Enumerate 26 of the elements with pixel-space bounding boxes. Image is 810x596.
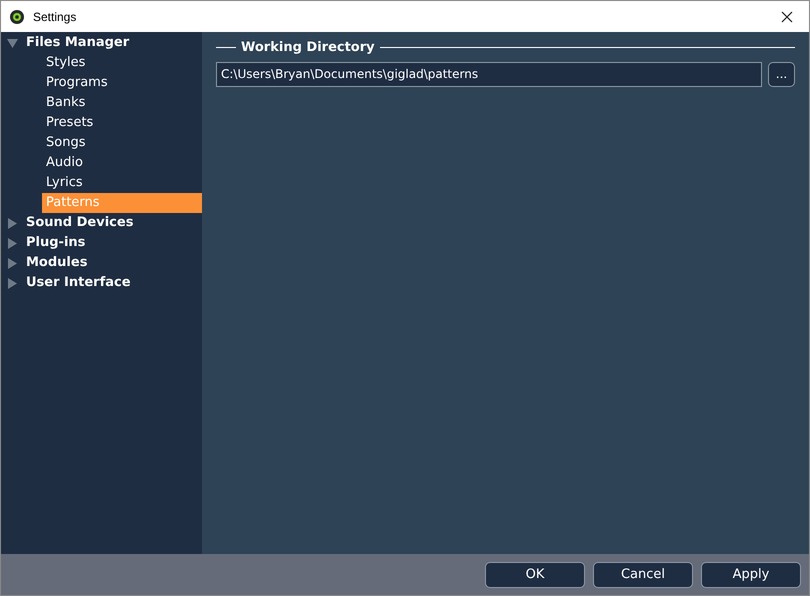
tree-item[interactable]: Styles <box>42 53 202 73</box>
group-title: Working Directory <box>241 39 375 57</box>
expander-icon[interactable] <box>6 37 18 49</box>
tree-item[interactable]: Files Manager <box>26 33 130 53</box>
tree-item[interactable]: Modules <box>26 253 88 273</box>
expander-icon[interactable] <box>6 237 18 249</box>
tree-item[interactable]: User Interface <box>26 273 131 293</box>
window-title: Settings <box>33 8 76 26</box>
tree-item[interactable]: Sound Devices <box>26 213 134 233</box>
dialog-button[interactable]: OK <box>485 562 585 588</box>
close-icon[interactable] <box>781 10 793 22</box>
path-field[interactable]: C:\Users\Bryan\Documents\giglad\patterns <box>216 62 762 86</box>
tree-item[interactable]: Lyrics <box>42 173 202 193</box>
expander-icon[interactable] <box>6 257 18 269</box>
tree-item[interactable]: Audio <box>42 153 202 173</box>
dialog-button[interactable]: Cancel <box>593 562 693 588</box>
expander-icon[interactable] <box>6 277 18 289</box>
dialog-button[interactable]: Apply <box>701 562 801 588</box>
tree-item[interactable]: Presets <box>42 113 202 133</box>
app-logo-icon <box>9 8 25 24</box>
browse-button[interactable]: ... <box>768 62 795 86</box>
tree-item[interactable]: Songs <box>42 133 202 153</box>
tree-item[interactable]: Banks <box>42 93 202 113</box>
tree-item[interactable]: Plug-ins <box>26 233 86 253</box>
tree-item[interactable]: Programs <box>42 73 202 93</box>
expander-icon[interactable] <box>6 217 18 229</box>
